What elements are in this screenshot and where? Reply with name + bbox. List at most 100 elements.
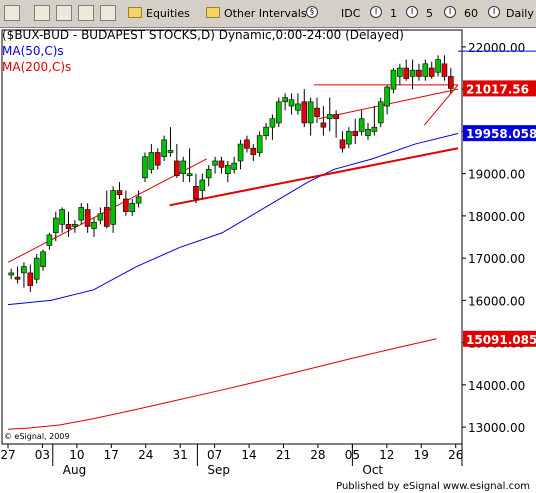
candle-body: [148, 152, 155, 170]
month-label: Aug: [63, 463, 86, 477]
candle-body: [193, 186, 199, 200]
x-tick-label: 07: [207, 448, 222, 462]
candle-body: [167, 150, 174, 153]
candle-body: [180, 160, 187, 174]
toolbar-button-4[interactable]: [78, 5, 94, 21]
candle-body: [333, 114, 339, 120]
y-tick-label: 19000.00: [468, 168, 525, 182]
candle-body: [27, 272, 34, 286]
candle-body: [448, 76, 454, 89]
interval-daily-icon[interactable]: I: [488, 6, 500, 18]
candle-body: [129, 202, 136, 212]
candle-body: [288, 99, 295, 107]
candle-body: [21, 266, 27, 274]
candle-body: [441, 63, 448, 77]
interval-daily[interactable]: Daily: [506, 7, 534, 20]
x-tick-label: 19: [414, 448, 429, 462]
candle-body: [225, 164, 231, 174]
candle-body: [84, 209, 91, 227]
candle-body: [371, 126, 378, 132]
y-tick-label: 16000.00: [468, 294, 525, 308]
candle-body: [59, 209, 65, 225]
candle-body: [295, 103, 301, 111]
candle-body: [135, 196, 142, 204]
other-intervals-menu[interactable]: Other Intervals: [224, 7, 307, 20]
publisher-footer: Published by eSignal www.esignal.com: [336, 481, 530, 492]
folder-icon[interactable]: [128, 7, 142, 18]
price-tag-label: 19958.0584: [466, 127, 536, 141]
candle-body: [314, 107, 320, 117]
x-tick-label: 21: [276, 448, 291, 462]
y-tick-label: 18000.00: [468, 210, 525, 224]
y-tick-label: 22000.00: [468, 41, 525, 55]
toolbar-button-3[interactable]: [56, 5, 72, 21]
candle-body: [123, 198, 129, 212]
candle-body: [307, 101, 314, 124]
x-tick-label: 10: [69, 448, 84, 462]
candle-body: [78, 207, 85, 221]
candle-body: [65, 224, 72, 229]
toolbar-button-2[interactable]: [34, 5, 50, 21]
folder-icon[interactable]: [206, 7, 220, 18]
candle-body: [384, 86, 390, 107]
price-tag-label: 21017.56: [466, 82, 529, 96]
candle-body: [205, 169, 212, 179]
y-tick-label: 17000.00: [468, 252, 525, 266]
price-chart[interactable]: 13000.0014000.0015000.0016000.0017000.00…: [0, 28, 536, 493]
candle-body: [116, 190, 123, 196]
candle-body: [275, 101, 282, 124]
candle-body: [154, 152, 161, 166]
candle-body: [97, 213, 104, 221]
interval-idc[interactable]: IDC: [341, 7, 360, 20]
candle-body: [91, 221, 97, 229]
candle-body: [339, 139, 346, 149]
y-tick-label: 13000.00: [468, 421, 525, 435]
candle-body: [256, 135, 263, 153]
candle-body: [218, 160, 225, 168]
candle-body: [352, 131, 359, 136]
candle-body: [397, 67, 403, 77]
candle-body: [377, 101, 384, 124]
candle-body: [263, 126, 269, 136]
chart-title: ($BUX-BUD - BUDAPEST STOCKS,D) Dynamic,0…: [2, 28, 404, 42]
x-tick-label: 31: [173, 448, 188, 462]
month-label: Sep: [207, 463, 230, 477]
ma200-legend: MA(200,C)s: [2, 60, 72, 74]
candle-body: [390, 69, 397, 90]
candle-body: [110, 190, 116, 225]
candle-body: [365, 128, 371, 136]
ma50-legend: MA(50,C)s: [2, 44, 64, 58]
candle-body: [358, 118, 365, 132]
candle-body: [174, 160, 180, 177]
toolbar-button-5[interactable]: [100, 5, 116, 21]
month-label: Oct: [362, 463, 383, 477]
candle-body: [326, 114, 333, 120]
sort-icon[interactable]: §: [306, 6, 318, 18]
candle-body: [52, 217, 59, 234]
candle-body: [199, 179, 206, 191]
candle-body: [346, 131, 352, 145]
toolbar-button-1[interactable]: [4, 5, 20, 21]
candle-body: [8, 272, 14, 276]
interval-1-icon[interactable]: I: [370, 6, 382, 18]
interval-5-icon[interactable]: I: [406, 6, 418, 18]
candle-body: [269, 118, 276, 128]
interval-1[interactable]: 1: [390, 7, 397, 20]
candle-body: [428, 67, 435, 77]
interval-60-icon[interactable]: I: [444, 6, 456, 18]
candle-body: [33, 257, 40, 280]
candle-body: [161, 139, 167, 158]
equities-menu[interactable]: Equities: [146, 7, 190, 20]
candle-body: [231, 162, 237, 170]
candle-body: [142, 156, 148, 179]
candle-body: [14, 276, 21, 280]
interval-5[interactable]: 5: [426, 7, 433, 20]
y-tick-label: 14000.00: [468, 379, 525, 393]
price-tag-label: 15091.085: [466, 333, 536, 347]
x-tick-label: 26: [448, 448, 463, 462]
candle-body: [250, 147, 257, 155]
candle-body: [46, 234, 53, 246]
candle-body: [403, 67, 410, 79]
x-tick-label: 27: [0, 448, 15, 462]
interval-60[interactable]: 60: [464, 7, 478, 20]
